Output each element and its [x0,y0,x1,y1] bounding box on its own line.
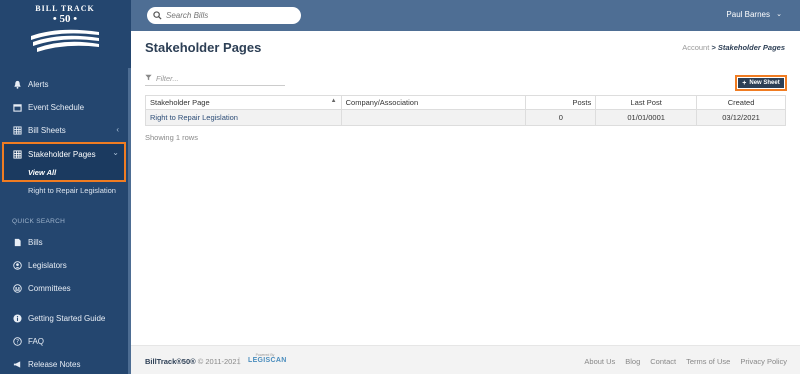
sidebar-item-label: Event Schedule [28,102,85,112]
column-header-created[interactable]: Created [696,95,786,110]
column-header-last-post[interactable]: Last Post [595,95,698,110]
sidebar-item-label: Release Notes [28,359,81,369]
grid-icon [12,125,22,135]
sidebar-item-label: Bill Sheets [28,125,66,135]
question-icon: ? [12,336,22,346]
info-icon [12,313,22,323]
footer-link-contact[interactable]: Contact [650,357,676,366]
plus-icon: + [742,79,747,87]
sidebar-item-bills[interactable]: Bills [0,232,128,252]
user-circle-icon [12,260,22,270]
logo-line2: • 50 • [52,13,78,25]
footer-divider: | [238,356,241,365]
search-icon [153,11,162,20]
sidebar-item-label: Getting Started Guide [28,313,106,323]
calendar-icon [12,102,22,112]
footer: BillTrack®50® © 2011-2021 | Powered By L… [131,345,800,374]
sidebar-item-label: Legislators [28,260,67,270]
cell-last-post: 01/01/0001 [595,109,698,126]
breadcrumb-separator: > [711,43,716,52]
chevron-down-icon: ⌄ [112,148,119,157]
filter-icon [145,74,152,83]
sidebar-item-alerts[interactable]: Alerts [0,74,128,94]
sidebar-item-committees[interactable]: Committees [0,278,128,298]
cell-posts: 0 [525,109,597,126]
footer-link-privacy[interactable]: Privacy Policy [740,357,787,366]
chevron-left-icon: ‹ [116,125,119,134]
column-header-company[interactable]: Company/Association [340,95,527,110]
rows-info: Showing 1 rows [145,133,198,142]
stakeholder-table: Stakeholder Page ▲ Company/Association Po… [145,95,786,126]
legiscan-logo[interactable]: Powered By LEGISCAN [248,353,287,369]
grid-icon [12,149,22,159]
sidebar-item-getting-started[interactable]: Getting Started Guide [0,308,128,328]
topbar: Paul Barnes ⌄ [131,0,800,31]
sidebar-item-label: FAQ [28,336,45,346]
cell-company [340,109,527,126]
main-content: Stakeholder Pages Account > Stakeholder … [131,31,800,345]
sidebar-item-label: Committees [28,283,71,293]
chevron-down-icon[interactable]: ⌄ [776,10,782,18]
user-menu[interactable]: Paul Barnes [726,10,770,19]
search-box[interactable] [147,7,301,24]
copyright-years: © 2011-2021 [197,357,241,366]
column-header-stakeholder-page[interactable]: Stakeholder Page ▲ [145,95,342,110]
filter-input[interactable]: Filter... [156,74,179,83]
sort-ascending-icon[interactable]: ▲ [331,98,337,104]
sidebar-item-label: Bills [28,237,43,247]
svg-text:?: ? [15,339,18,345]
search-input[interactable] [166,11,286,20]
document-icon [12,237,22,247]
sidebar-item-bill-sheets[interactable]: Bill Sheets ‹ [0,120,128,140]
cell-stakeholder-page[interactable]: Right to Repair Legislation [145,109,342,126]
footer-brand: BillTrack®50® [145,357,196,366]
sidebar-item-release-notes[interactable]: Release Notes [0,354,128,374]
footer-links: About Us Blog Contact Terms of Use Priva… [584,357,787,366]
sidebar-subitem-right-to-repair[interactable]: Right to Repair Legislation [28,186,116,195]
bell-icon [12,79,22,89]
filter-field[interactable]: Filter... [145,72,285,86]
megaphone-icon [12,359,22,369]
sidebar-subitem-view-all[interactable]: View All [28,168,56,177]
sidebar-item-legislators[interactable]: Legislators [0,255,128,275]
sidebar-item-label: Alerts [28,79,49,89]
page-title: Stakeholder Pages [145,40,262,55]
sidebar-item-stakeholder-pages[interactable]: Stakeholder Pages ⌄ [0,144,128,164]
column-header-posts[interactable]: Posts [525,95,597,110]
sidebar-item-event-schedule[interactable]: Event Schedule [0,97,128,117]
breadcrumb-account[interactable]: Account [682,43,709,52]
breadcrumb-current: Stakeholder Pages [717,43,785,52]
new-sheet-button[interactable]: + New Sheet [738,78,784,88]
table-header-row: Stakeholder Page ▲ Company/Association Po… [145,95,786,110]
quick-search-label: QUICK SEARCH [12,218,66,225]
footer-link-terms[interactable]: Terms of Use [686,357,730,366]
flag-swoosh-icon [31,29,99,52]
sidebar: BILL TRACK • 50 • Alerts Event Schedule … [0,0,131,374]
footer-link-about[interactable]: About Us [584,357,615,366]
copyright: BillTrack®50® © 2011-2021 [145,357,241,366]
table-row[interactable]: Right to Repair Legislation 0 01/01/0001… [145,109,786,126]
legiscan-wordmark: LEGISCAN [248,357,287,364]
billtrack50-logo[interactable]: BILL TRACK • 50 • [20,4,110,56]
cell-created: 03/12/2021 [696,109,786,126]
footer-link-blog[interactable]: Blog [625,357,640,366]
sidebar-item-faq[interactable]: ? FAQ [0,331,128,351]
breadcrumb: Account > Stakeholder Pages [682,43,785,52]
new-sheet-label: New Sheet [749,80,780,86]
users-icon [12,283,22,293]
sidebar-item-label: Stakeholder Pages [28,149,96,159]
